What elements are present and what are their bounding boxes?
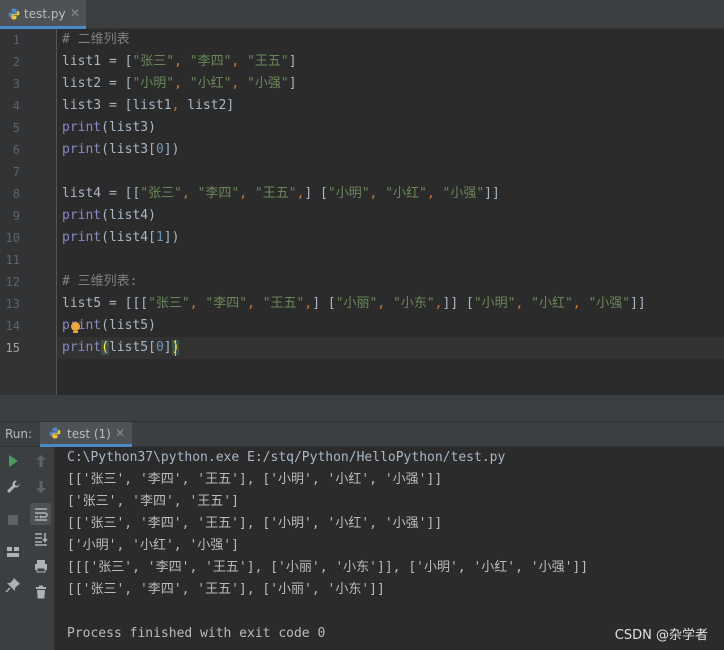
run-tab-label: test (1) (67, 427, 111, 441)
scroll-to-end-icon[interactable] (33, 531, 49, 547)
run-toolbar-secondary (27, 447, 55, 650)
lightbulb-icon[interactable] (71, 322, 80, 331)
console-line: ['小明', '小红', '小强'] (67, 538, 239, 553)
panel-divider[interactable] (0, 395, 724, 422)
line-number: 13 (5, 297, 20, 311)
close-icon[interactable]: ✕ (115, 426, 125, 440)
line-number-current: 15 (5, 341, 20, 355)
watermark: CSDN @杂学者 (614, 628, 708, 643)
line-number: 9 (12, 209, 20, 223)
close-icon[interactable]: ✕ (70, 6, 80, 20)
code-line-13: list5 = [[["张三", "李四", "王五",] ["小丽", "小东… (62, 296, 646, 311)
text-caret (175, 340, 176, 356)
arrow-down-icon[interactable] (33, 479, 49, 495)
run-tab-test-1[interactable]: test (1) ✕ (40, 422, 132, 447)
run-toolbar-primary (0, 447, 27, 650)
python-file-icon (8, 8, 20, 20)
line-number: 2 (12, 55, 20, 69)
code-line-10: print(list4[1]) (62, 230, 180, 245)
lightbulb-base (73, 331, 78, 333)
wrench-icon[interactable] (5, 479, 21, 495)
line-number: 10 (5, 231, 20, 245)
line-number: 8 (12, 187, 20, 201)
code-line-8: list4 = [["张三", "李四", "王五",] ["小明", "小红"… (62, 186, 500, 201)
play-icon[interactable] (5, 453, 21, 469)
line-number-gutter: 1 2 3 4 5 6 7 8 9 10 11 12 13 14 15 (0, 29, 57, 395)
editor-tab-bar: test.py ✕ (0, 0, 724, 29)
line-number: 14 (5, 319, 20, 333)
code-line-4: list3 = [list1, list2] (62, 98, 235, 113)
print-icon[interactable] (33, 558, 49, 574)
run-label: Run: (5, 427, 33, 441)
soft-wrap-icon[interactable] (33, 506, 49, 522)
trash-icon[interactable] (33, 584, 49, 600)
pin-icon[interactable] (5, 577, 21, 593)
line-number: 12 (5, 275, 20, 289)
line-number: 3 (12, 77, 20, 91)
console-line: ['张三', '李四', '王五'] (67, 494, 239, 509)
tab-label: test.py (24, 7, 66, 21)
line-number: 6 (12, 143, 20, 157)
code-line-3: list2 = ["小明", "小红", "小强"] (62, 76, 297, 91)
console-output[interactable]: C:\Python37\python.exe E:/stq/Python/Hel… (55, 447, 724, 650)
console-line: [[['张三', '李四', '王五'], ['小丽', '小东']], ['小… (67, 560, 589, 575)
console-line: [['张三', '李四', '王五'], ['小明', '小红', '小强']] (67, 472, 443, 487)
arrow-up-icon[interactable] (33, 453, 49, 469)
code-line-2: list1 = ["张三", "李四", "王五"] (62, 54, 297, 69)
console-exit-line: Process finished with exit code 0 (67, 626, 326, 641)
code-line-1: # 二维列表 (62, 32, 130, 47)
line-number: 4 (12, 99, 20, 113)
code-line-12: # 三维列表: (62, 274, 138, 289)
code-line-6: print(list3[0]) (62, 142, 180, 157)
python-run-icon (49, 427, 61, 439)
code-line-5: print(list3) (62, 120, 156, 135)
line-number: 1 (12, 33, 20, 47)
code-line-15: print(list5[0]) (62, 337, 180, 359)
code-editor[interactable]: 1 2 3 4 5 6 7 8 9 10 11 12 13 14 15 # 二维… (0, 29, 724, 395)
console-line: [['张三', '李四', '王五'], ['小丽', '小东']] (67, 582, 385, 597)
layout-icon[interactable] (5, 544, 21, 560)
line-number: 11 (5, 253, 20, 267)
console-line: [['张三', '李四', '王五'], ['小明', '小红', '小强']] (67, 516, 443, 531)
stop-icon[interactable] (5, 512, 21, 528)
code-line-9: print(list4) (62, 208, 156, 223)
console-line: C:\Python37\python.exe E:/stq/Python/Hel… (67, 450, 506, 465)
line-number: 7 (12, 165, 20, 179)
run-tool-window-header: Run: test (1) ✕ (0, 422, 724, 447)
tab-test-py[interactable]: test.py ✕ (0, 0, 86, 29)
line-number: 5 (12, 121, 20, 135)
